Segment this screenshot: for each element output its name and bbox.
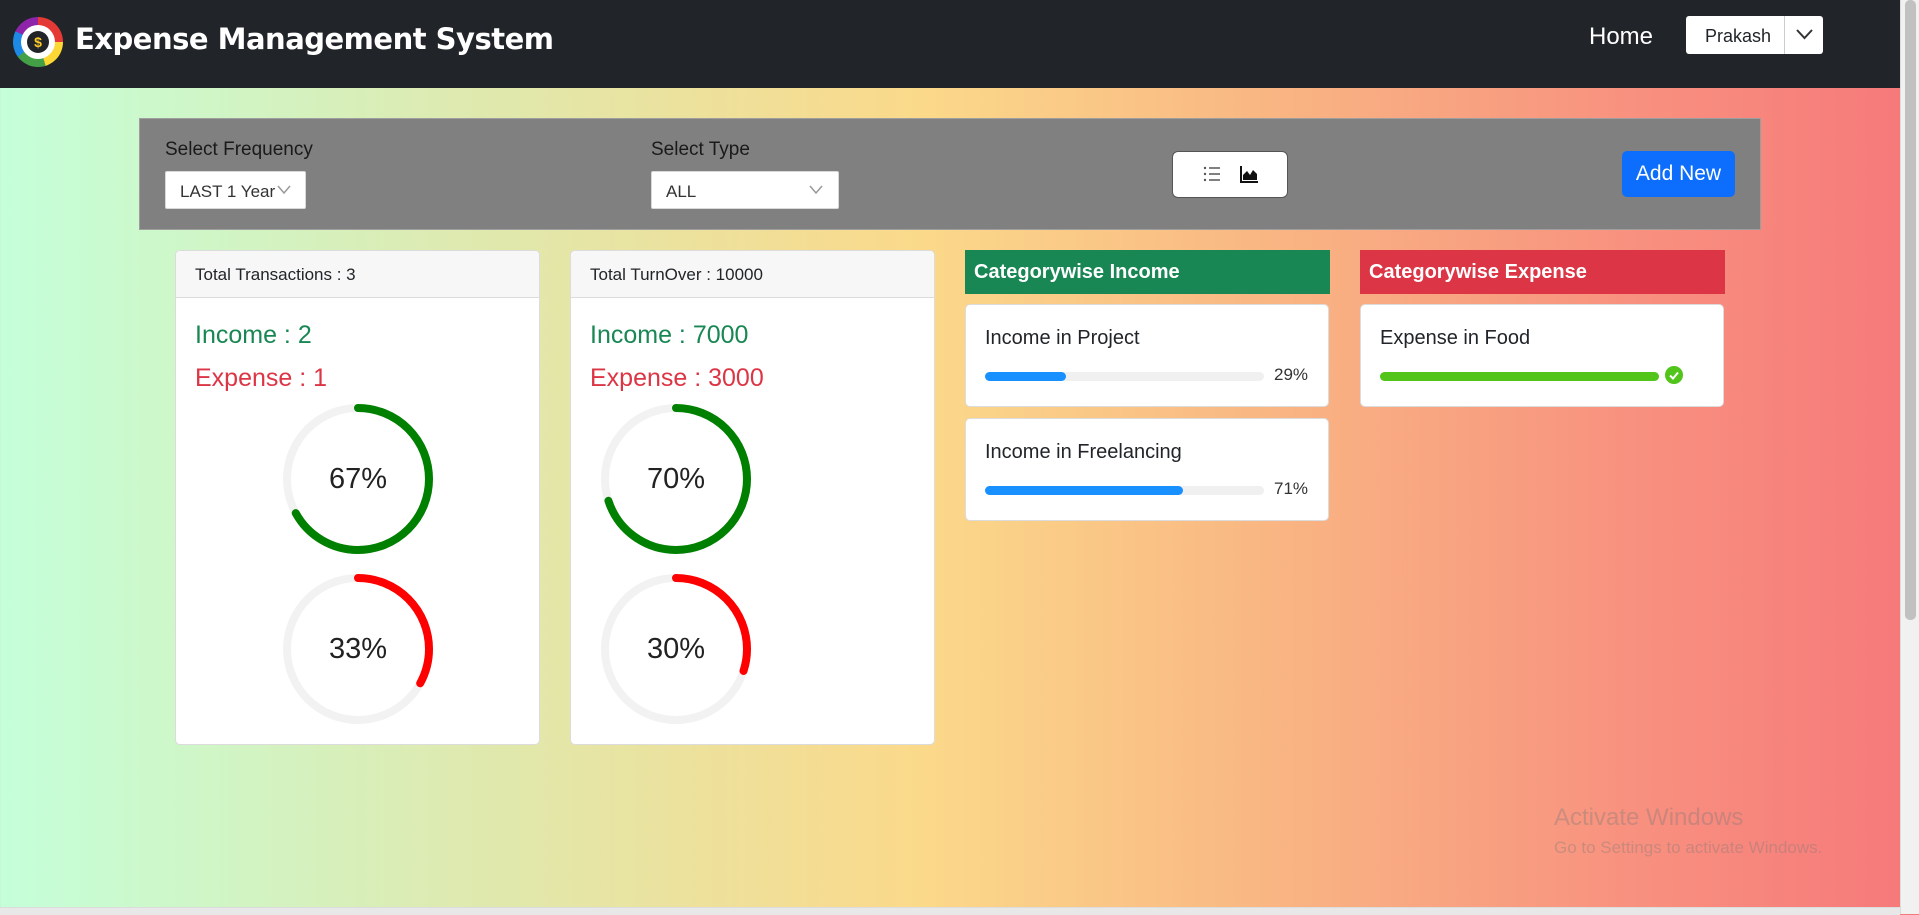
user-name: Prakash xyxy=(1705,26,1772,46)
transactions-expense: Expense : 1 xyxy=(195,364,328,392)
progress-bar xyxy=(1380,372,1659,381)
frequency-select[interactable]: LAST 1 Year xyxy=(165,171,306,209)
progress-percent: 71% xyxy=(1274,479,1309,498)
vertical-scrollbar[interactable] xyxy=(1900,0,1919,914)
category-expense-title: Categorywise Expense xyxy=(1369,261,1587,283)
category-label: Income in Project xyxy=(985,327,1140,349)
check-circle-icon xyxy=(1665,366,1683,384)
scrollbar-thumb[interactable] xyxy=(1905,0,1916,620)
category-label: Income in Freelancing xyxy=(985,441,1182,463)
category-label: Expense in Food xyxy=(1380,327,1531,349)
category-income-item: Income in Freelancing 71% xyxy=(965,418,1329,521)
category-expense-item: Expense in Food xyxy=(1360,304,1724,407)
transactions-income-ring: 67% xyxy=(282,403,434,555)
chevron-down-icon xyxy=(276,183,292,202)
type-value: ALL xyxy=(666,182,697,201)
chevron-down-icon[interactable] xyxy=(1784,16,1824,54)
list-icon[interactable] xyxy=(1201,163,1223,185)
turnover-income-ring: 70% xyxy=(600,403,752,555)
transactions-expense-ring: 33% xyxy=(282,573,434,725)
chevron-down-icon xyxy=(808,183,824,202)
turnover-expense: Expense : 3000 xyxy=(590,364,764,392)
progress-bar xyxy=(985,486,1264,495)
add-new-button[interactable]: Add New xyxy=(1622,151,1735,197)
progress-percent: 29% xyxy=(1274,365,1309,384)
area-chart-icon[interactable] xyxy=(1238,163,1260,185)
view-toggle xyxy=(1172,151,1288,198)
transactions-expense-percent: 33% xyxy=(328,633,388,665)
transactions-header: Total Transactions : 3 xyxy=(195,265,356,284)
app-logo[interactable]: $ xyxy=(13,17,63,67)
user-dropdown[interactable]: Prakash xyxy=(1686,16,1823,54)
windows-watermark-subtitle: Go to Settings to activate Windows. xyxy=(1554,838,1823,857)
turnover-expense-percent: 30% xyxy=(646,633,706,665)
progress-bar xyxy=(985,372,1264,381)
brand-title[interactable]: Expense Management System xyxy=(75,22,554,56)
filter-bar: Select Frequency LAST 1 Year Select Type… xyxy=(139,118,1761,230)
category-income-item: Income in Project 29% xyxy=(965,304,1329,407)
turnover-income-percent: 70% xyxy=(646,463,706,495)
category-expense-header: Categorywise Expense xyxy=(1360,250,1725,294)
type-label: Select Type xyxy=(651,139,750,160)
transactions-income-percent: 67% xyxy=(328,463,388,495)
category-income-header: Categorywise Income xyxy=(965,250,1330,294)
home-link[interactable]: Home xyxy=(1589,23,1653,51)
turnover-income: Income : 7000 xyxy=(590,321,749,349)
transactions-income: Income : 2 xyxy=(195,321,312,349)
dollar-icon: $ xyxy=(27,31,49,53)
type-select[interactable]: ALL xyxy=(651,171,839,209)
turnover-expense-ring: 30% xyxy=(600,573,752,725)
category-income-title: Categorywise Income xyxy=(974,261,1180,283)
frequency-value: LAST 1 Year xyxy=(180,182,276,201)
transactions-card: Total Transactions : 3 Income : 2 Expens… xyxy=(175,250,540,745)
turnover-header: Total TurnOver : 10000 xyxy=(590,265,763,284)
turnover-card: Total TurnOver : 10000 Income : 7000 Exp… xyxy=(570,250,935,745)
frequency-label: Select Frequency xyxy=(165,139,313,160)
navbar: $ Expense Management System Home Prakash xyxy=(0,0,1900,88)
windows-watermark-title: Activate Windows xyxy=(1554,804,1744,831)
